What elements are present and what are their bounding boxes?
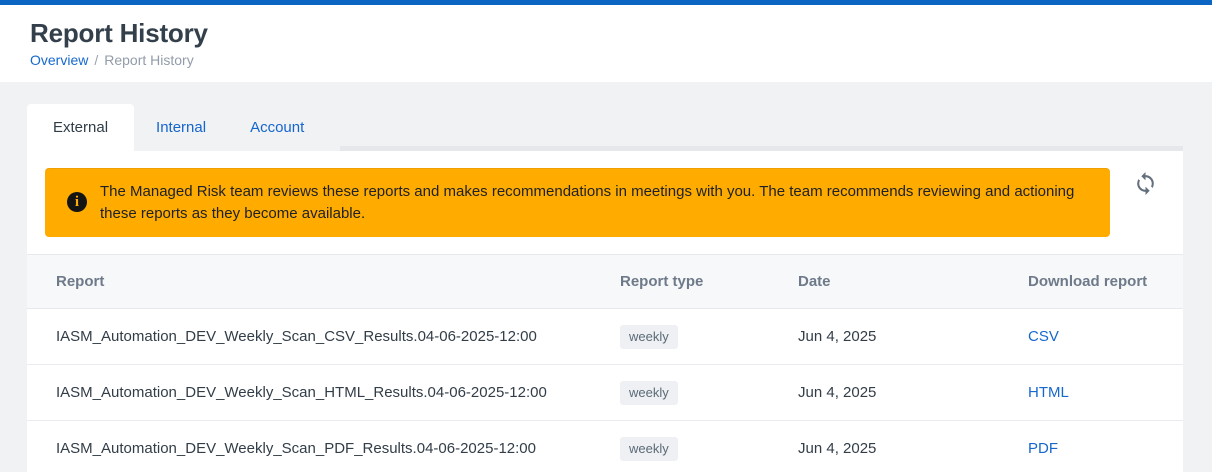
- refresh-button[interactable]: [1133, 171, 1158, 196]
- refresh-icon: [1133, 171, 1158, 196]
- info-icon: i: [67, 192, 87, 212]
- panel-toolbar: i The Managed Risk team reviews these re…: [27, 151, 1183, 237]
- report-date: Jun 4, 2025: [798, 309, 1028, 365]
- report-name: IASM_Automation_DEV_Weekly_Scan_CSV_Resu…: [27, 309, 620, 365]
- report-name: IASM_Automation_DEV_Weekly_Scan_PDF_Resu…: [27, 421, 620, 476]
- breadcrumb-current: Report History: [104, 52, 193, 68]
- report-history-table: Report Report type Date Download report …: [27, 254, 1183, 476]
- page-header: Report History Overview / Report History: [0, 5, 1212, 82]
- table-row: IASM_Automation_DEV_Weekly_Scan_HTML_Res…: [27, 365, 1183, 421]
- breadcrumb-separator: /: [94, 52, 98, 68]
- report-type-badge: weekly: [620, 325, 678, 349]
- page-title: Report History: [30, 17, 1182, 49]
- tab-internal[interactable]: Internal: [134, 104, 228, 151]
- tab-bar: External Internal Account: [27, 104, 1183, 151]
- tab-row-shadow: [340, 146, 1183, 151]
- info-banner: i The Managed Risk team reviews these re…: [45, 168, 1110, 237]
- column-header-date: Date: [798, 255, 1028, 309]
- page-body: External Internal Account i The Managed …: [0, 82, 1212, 472]
- download-link-pdf[interactable]: PDF: [1028, 440, 1058, 457]
- report-type-badge: weekly: [620, 381, 678, 405]
- table-header-row: Report Report type Date Download report: [27, 255, 1183, 309]
- column-header-download-report: Download report: [1028, 255, 1183, 309]
- column-header-report-type: Report type: [620, 255, 798, 309]
- download-link-html[interactable]: HTML: [1028, 384, 1069, 401]
- content-panel: i The Managed Risk team reviews these re…: [27, 151, 1183, 476]
- tab-external[interactable]: External: [27, 104, 134, 151]
- breadcrumb-link-overview[interactable]: Overview: [30, 52, 88, 68]
- table-row: IASM_Automation_DEV_Weekly_Scan_CSV_Resu…: [27, 309, 1183, 365]
- info-banner-text: The Managed Risk team reviews these repo…: [100, 181, 1090, 225]
- report-type-badge: weekly: [620, 437, 678, 461]
- breadcrumb: Overview / Report History: [30, 52, 1182, 68]
- tab-account[interactable]: Account: [228, 104, 326, 151]
- column-header-report: Report: [27, 255, 620, 309]
- download-link-csv[interactable]: CSV: [1028, 328, 1059, 345]
- report-name: IASM_Automation_DEV_Weekly_Scan_HTML_Res…: [27, 365, 620, 421]
- report-date: Jun 4, 2025: [798, 421, 1028, 476]
- report-date: Jun 4, 2025: [798, 365, 1028, 421]
- table-row: IASM_Automation_DEV_Weekly_Scan_PDF_Resu…: [27, 421, 1183, 476]
